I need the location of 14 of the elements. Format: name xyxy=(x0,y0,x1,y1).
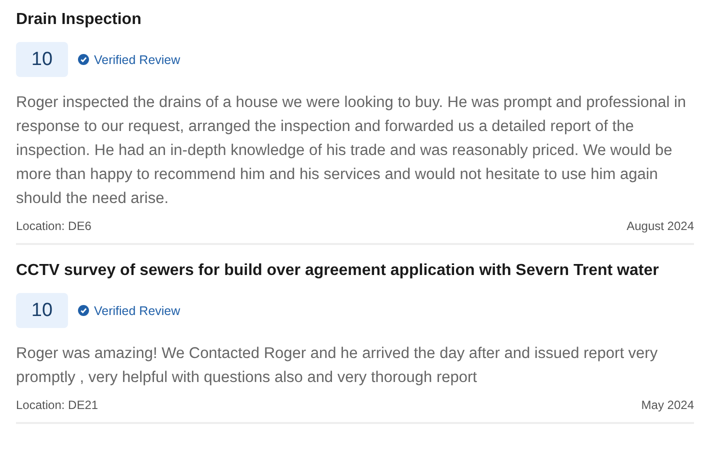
review-title: Drain Inspection xyxy=(16,10,142,30)
score-badge: 10 xyxy=(16,42,68,77)
verified-check-icon xyxy=(78,305,89,316)
score-badge: 10 xyxy=(16,293,68,328)
review-location: Location: DE21 xyxy=(16,398,98,412)
review-location: Location: DE6 xyxy=(16,219,92,233)
verified-label: Verified Review xyxy=(94,304,180,318)
review-title: CCTV survey of sewers for build over agreement application with Severn Trent water xyxy=(16,261,660,281)
review-text: Roger was amazing! We Contacted Roger and he arrived the day after and issued report very promptly , very helpful with questions also and very thorough report xyxy=(16,344,659,388)
review-text: Roger inspected the drains of a house we were looking to buy. He was prompt and professional in response to our request, arranged the inspection and forwarded us a detailed report of the inspection. He had an in-depth knowledge of his trade and was reasonably priced. We would be more than happy to recommend him and his services and would not hesitate to use him again should the need arise. xyxy=(16,93,688,209)
verified-label: Verified Review xyxy=(94,52,180,66)
review-date: August 2024 xyxy=(626,219,694,233)
verified-check-icon xyxy=(78,54,89,65)
review-date: May 2024 xyxy=(641,398,694,412)
